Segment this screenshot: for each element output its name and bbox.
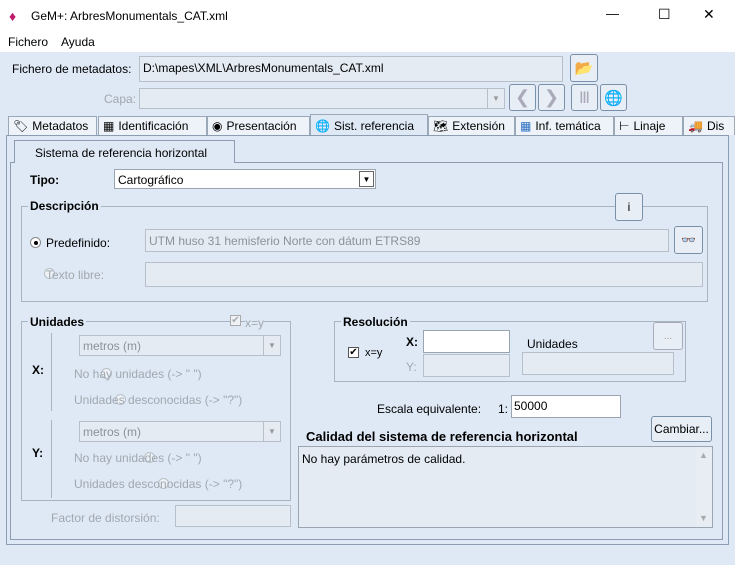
minimize-button[interactable]: — bbox=[606, 6, 619, 21]
close-button[interactable]: ✕ bbox=[703, 6, 715, 23]
globe-link-button[interactable]: 🌐 bbox=[600, 84, 627, 111]
scroll-up-icon[interactable]: ▲ bbox=[699, 450, 708, 460]
menu-bar: Fichero Ayuda bbox=[0, 32, 735, 52]
tree-icon: ⊢ bbox=[619, 119, 630, 133]
globe-link-icon: 🌐 bbox=[604, 89, 623, 107]
chevron-down-icon: ▼ bbox=[359, 171, 374, 187]
predefinido-field[interactable]: UTM huso 31 hemisferio Norte con dátum E… bbox=[145, 229, 669, 252]
tab-identificacion[interactable]: ▦ Identificación bbox=[98, 116, 207, 135]
window-title: GeM+: ArbresMonumentals_CAT.xml bbox=[31, 9, 228, 23]
chevron-left-icon: ❮ bbox=[514, 87, 531, 107]
divider bbox=[51, 333, 52, 411]
tab-distribucion[interactable]: 🚚 Dis bbox=[683, 116, 735, 135]
truck-icon: 🚚 bbox=[688, 119, 703, 133]
texto-libre-label: Texto libre: bbox=[46, 268, 105, 282]
descripcion-title: Descripción bbox=[28, 199, 101, 213]
tab-sist-referencia[interactable]: 🌐 Sist. referencia bbox=[310, 114, 428, 136]
eye-icon: ◉ bbox=[212, 119, 223, 133]
info-button[interactable]: i bbox=[615, 193, 643, 221]
map-icon: 🗺 bbox=[433, 119, 449, 133]
open-folder-button[interactable]: 📂 bbox=[570, 54, 598, 82]
columns-icon: Ⅲ bbox=[578, 89, 591, 107]
calidad-textarea[interactable]: No hay parámetros de calidad. bbox=[298, 446, 713, 528]
file-path-field[interactable]: D:\mapes\XML\ArbresMonumentals_CAT.xml bbox=[139, 56, 563, 82]
x-unknown-units-label: Unidades desconocidas (-> "?") bbox=[74, 393, 243, 407]
chevron-down-icon: ▼ bbox=[263, 336, 280, 355]
columns-button[interactable]: Ⅲ bbox=[571, 84, 598, 111]
tab-inf-tematica[interactable]: ▦ Inf. temática bbox=[515, 116, 614, 135]
tipo-label: Tipo: bbox=[30, 173, 60, 187]
next-button[interactable]: ❯ bbox=[538, 84, 565, 111]
app-gem-icon: ♦ bbox=[9, 8, 17, 24]
title-bar: ♦ GeM+: ArbresMonumentals_CAT.xml — ☐ ✕ bbox=[0, 0, 735, 32]
folder-icon: 📂 bbox=[574, 60, 594, 77]
chevron-down-icon: ▼ bbox=[263, 422, 280, 441]
binoculars-icon: 👓 bbox=[681, 233, 696, 247]
subtab-horizontal[interactable]: Sistema de referencia horizontal bbox=[14, 140, 235, 163]
tab-extension[interactable]: 🗺 Extensión bbox=[428, 116, 515, 135]
resolucion-title: Resolución bbox=[341, 315, 410, 329]
factor-field[interactable] bbox=[175, 505, 291, 527]
tab-linaje[interactable]: ⊢ Linaje bbox=[614, 116, 683, 135]
menu-fichero[interactable]: Fichero bbox=[8, 35, 48, 49]
table-icon: ▦ bbox=[520, 119, 532, 133]
resolucion-y-label: Y: bbox=[406, 360, 417, 374]
escala-prefix: 1: bbox=[498, 402, 509, 416]
resolucion-more-button[interactable]: ... bbox=[653, 322, 683, 350]
tab-presentacion[interactable]: ◉ Presentación bbox=[207, 116, 310, 135]
resolucion-y-field[interactable] bbox=[423, 354, 510, 377]
factor-label: Factor de distorsión: bbox=[51, 511, 160, 525]
chevron-down-icon: ▼ bbox=[487, 89, 504, 108]
unidades-x-label: X: bbox=[32, 363, 44, 377]
unidades-xy-checkbox[interactable]: ✔ bbox=[230, 315, 241, 326]
scrollbar[interactable]: ▲ ▼ bbox=[696, 447, 712, 527]
chevron-right-icon: ❯ bbox=[543, 87, 560, 107]
unidades-xy-label: x=y bbox=[245, 316, 265, 330]
menu-ayuda[interactable]: Ayuda bbox=[61, 35, 95, 49]
resolucion-x-field[interactable] bbox=[423, 330, 510, 353]
file-label: Fichero de metadatos: bbox=[12, 62, 132, 76]
globe-icon: 🌐 bbox=[315, 118, 330, 133]
resolucion-x-label: X: bbox=[406, 335, 418, 349]
unidades-y-label: Y: bbox=[32, 446, 44, 460]
resolucion-xy-label: x=y bbox=[365, 347, 383, 359]
y-no-units-label: No hay unidades (-> " ") bbox=[74, 451, 202, 465]
tipo-select[interactable]: Cartográfico ▼ bbox=[114, 169, 376, 189]
layer-label: Capa: bbox=[104, 92, 137, 106]
maximize-button[interactable]: ☐ bbox=[658, 6, 671, 23]
y-units-select[interactable]: metros (m) ▼ bbox=[79, 421, 281, 442]
resolucion-units-label: Unidades bbox=[527, 337, 578, 351]
tag-icon: 🏷 bbox=[13, 119, 29, 133]
unidades-title: Unidades bbox=[28, 315, 87, 329]
escala-label: Escala equivalente: bbox=[377, 402, 482, 416]
calidad-title: Calidad del sistema de referencia horizo… bbox=[306, 429, 578, 444]
y-unknown-units-label: Unidades desconocidas (-> "?") bbox=[74, 477, 243, 491]
search-binoculars-button[interactable]: 👓 bbox=[674, 226, 703, 254]
x-no-units-label: No hay unidades (-> " ") bbox=[74, 367, 202, 381]
descripcion-group bbox=[21, 206, 708, 302]
predefinido-label: Predefinido: bbox=[46, 236, 111, 250]
resolucion-xy-checkbox[interactable]: ✔ bbox=[348, 347, 359, 358]
texto-libre-field[interactable] bbox=[145, 262, 703, 287]
x-units-select[interactable]: metros (m) ▼ bbox=[79, 335, 281, 356]
tab-metadatos[interactable]: 🏷 Metadatos bbox=[8, 116, 97, 135]
divider bbox=[51, 420, 52, 498]
resolucion-units-field[interactable] bbox=[522, 352, 674, 375]
previous-button[interactable]: ❮ bbox=[509, 84, 536, 111]
cambiar-button[interactable]: Cambiar... bbox=[651, 416, 712, 442]
id-card-icon: ▦ bbox=[103, 119, 115, 133]
layer-select[interactable]: ▼ bbox=[139, 88, 505, 109]
scroll-down-icon[interactable]: ▼ bbox=[699, 513, 708, 523]
escala-field[interactable]: 50000 bbox=[511, 395, 621, 418]
predefinido-radio[interactable] bbox=[30, 237, 41, 248]
